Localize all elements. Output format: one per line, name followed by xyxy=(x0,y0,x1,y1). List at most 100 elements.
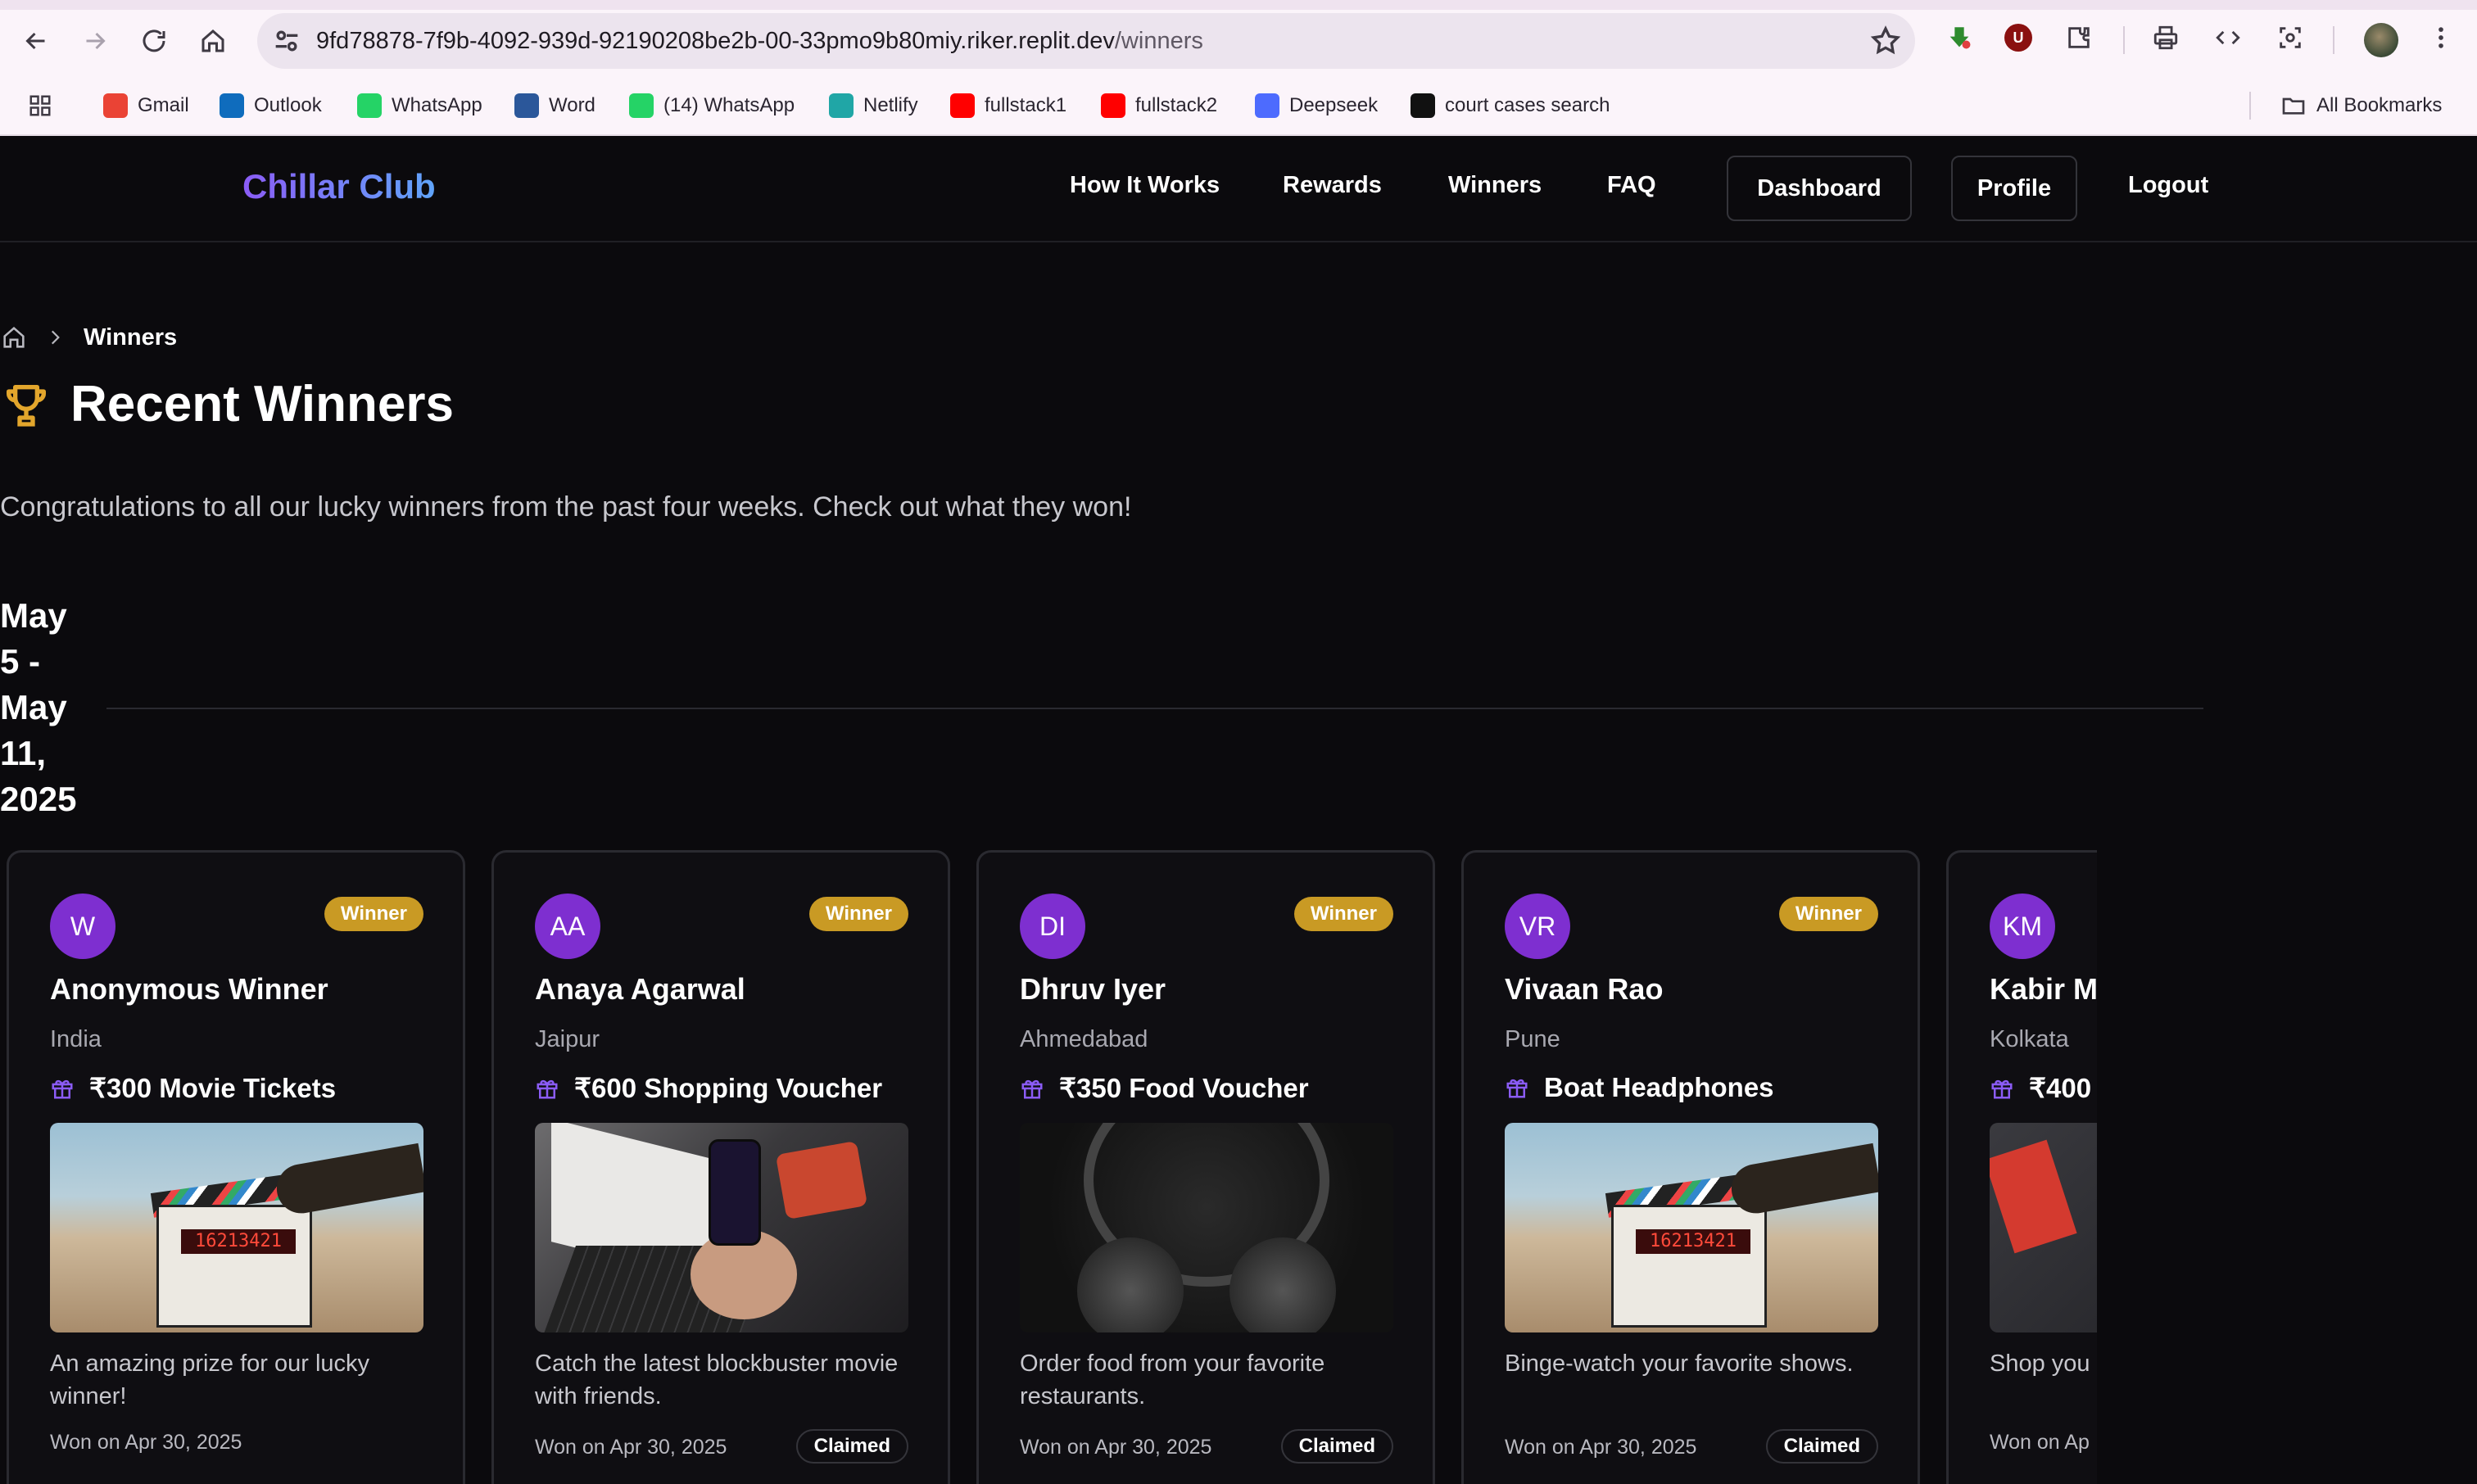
winners-card-list[interactable]: W Winner Anonymous Winner India ₹300 Movie T… xyxy=(7,850,2097,1484)
week-range-label: May 5 - May 11, 2025 xyxy=(0,596,77,818)
bookmark-item[interactable]: court cases search xyxy=(1411,90,1610,121)
bookmark-item[interactable]: fullstack1 xyxy=(950,90,1066,121)
reload-button[interactable] xyxy=(131,18,177,64)
prize-description: An amazing prize for our lucky winner! xyxy=(50,1351,370,1409)
page-title-row: Recent Winners xyxy=(0,375,454,433)
bookmark-item[interactable]: Deepseek xyxy=(1255,90,1378,121)
bookmark-label: Deepseek xyxy=(1289,94,1379,116)
site-info-icon[interactable] xyxy=(270,25,303,57)
bookmark-label: WhatsApp xyxy=(392,94,482,116)
tab-strip xyxy=(0,0,2477,10)
nav-rewards[interactable]: Rewards xyxy=(1283,172,1382,199)
winner-card[interactable]: DI Winner Dhruv Iyer Ahmedabad ₹350 Food Vou… xyxy=(976,850,1435,1484)
winner-city: India xyxy=(50,1026,102,1052)
bookmark-item[interactable]: Gmail xyxy=(103,90,189,121)
dashboard-button[interactable]: Dashboard xyxy=(1727,156,1912,221)
toolbar-separator xyxy=(2123,26,2125,54)
winner-badge: Winner xyxy=(1293,897,1393,931)
prize-image xyxy=(535,1123,908,1332)
winner-avatar: AA xyxy=(535,894,600,959)
kebab-menu-icon[interactable] xyxy=(2425,21,2457,54)
winner-name: Kabir M xyxy=(1990,972,2097,1006)
download-extension-icon[interactable] xyxy=(1943,21,1976,54)
profile-button[interactable]: Profile xyxy=(1951,156,2077,221)
bookmark-star-icon[interactable] xyxy=(1869,25,1902,57)
site-logo[interactable]: Chillar Club xyxy=(242,167,436,206)
arrow-right-icon xyxy=(86,32,106,50)
bookmark-label: court cases search xyxy=(1445,94,1610,116)
winner-card[interactable]: VR Winner Vivaan Rao Pune Boat Headphones 162… xyxy=(1461,850,1920,1484)
claimed-badge: Claimed xyxy=(795,1429,908,1464)
ublock-badge: U xyxy=(2004,24,2032,52)
forward-button[interactable] xyxy=(72,18,118,64)
bookmark-label: fullstack1 xyxy=(985,94,1067,116)
url-host: 9fd78878-7f9b-4092-939d-92190208be2b-00-… xyxy=(316,28,1115,54)
winner-name: Anonymous Winner xyxy=(50,972,328,1006)
bookmark-label: Gmail xyxy=(138,94,189,116)
nav-how-it-works[interactable]: How It Works xyxy=(1070,172,1220,199)
prize-image xyxy=(1020,1123,1393,1332)
bookmark-item[interactable]: Netlify xyxy=(829,90,918,121)
screenshot-search-icon[interactable] xyxy=(2274,21,2307,54)
nav-winners[interactable]: Winners xyxy=(1448,172,1542,199)
prize-image: 16213421 xyxy=(50,1123,423,1332)
court-icon xyxy=(1411,93,1435,118)
all-bookmarks-label: All Bookmarks xyxy=(2316,94,2443,116)
gmail-icon xyxy=(103,93,128,118)
won-date: Won on Apr 30, 2025 xyxy=(1505,1436,1697,1459)
url-text[interactable]: 9fd78878-7f9b-4092-939d-92190208be2b-00-… xyxy=(316,28,1203,55)
bookmark-item[interactable]: Outlook xyxy=(220,90,322,121)
word-icon xyxy=(514,93,539,118)
home-icon[interactable] xyxy=(0,323,28,351)
whatsapp-icon xyxy=(629,93,654,118)
winner-name: Dhruv Iyer xyxy=(1020,972,1166,1006)
won-date: Won on Ap xyxy=(1990,1431,2090,1454)
prize-label: Boat Headphones xyxy=(1544,1072,1774,1102)
bookmark-item[interactable]: fullstack2 xyxy=(1101,90,1217,121)
bookmark-label: Netlify xyxy=(863,94,918,116)
page-title: Recent Winners xyxy=(70,376,454,432)
nav-faq[interactable]: FAQ xyxy=(1607,172,1656,199)
breadcrumb-current: Winners xyxy=(84,323,178,351)
back-button[interactable] xyxy=(13,18,59,64)
outlook-icon xyxy=(220,93,244,118)
winner-card[interactable]: KM Kabir M Kolkata ₹400 Shop you this vouch W… xyxy=(1946,850,2097,1484)
profile-avatar[interactable] xyxy=(2364,23,2398,57)
home-button[interactable] xyxy=(190,18,236,64)
won-date: Won on Apr 30, 2025 xyxy=(1020,1436,1212,1459)
extensions-puzzle-icon[interactable] xyxy=(2063,21,2095,54)
gift-icon xyxy=(1021,1079,1043,1098)
winner-city: Ahmedabad xyxy=(1020,1026,1148,1052)
bookmark-item[interactable]: (14) WhatsApp xyxy=(629,90,795,121)
winner-prize: ₹300 Movie Tickets xyxy=(50,1072,336,1104)
prize-label: ₹400 xyxy=(2029,1073,2092,1103)
apps-grid-icon[interactable] xyxy=(28,90,52,121)
toolbar-separator xyxy=(2333,26,2334,54)
gift-icon xyxy=(1991,1079,2013,1098)
address-bar[interactable]: 9fd78878-7f9b-4092-939d-92190208be2b-00-… xyxy=(257,13,1915,69)
breadcrumb: Winners xyxy=(0,321,177,354)
winner-card[interactable]: W Winner Anonymous Winner India ₹300 Movie T… xyxy=(7,850,465,1484)
code-icon[interactable] xyxy=(2212,21,2244,54)
winner-badge: Winner xyxy=(808,897,908,931)
bookmark-label: Outlook xyxy=(254,94,322,116)
all-bookmarks[interactable]: All Bookmarks xyxy=(2280,90,2442,121)
winner-avatar: W xyxy=(50,894,115,959)
url-path: /winners xyxy=(1114,28,1203,54)
winner-card[interactable]: AA Winner Anaya Agarwal Jaipur ₹600 Shopping… xyxy=(491,850,950,1484)
bookmark-item[interactable]: WhatsApp xyxy=(357,90,482,121)
print-icon[interactable] xyxy=(2149,21,2182,54)
prize-description: Order food from your favorite restaurant… xyxy=(1020,1351,1325,1409)
prize-description: Shop you this vouch xyxy=(1990,1351,2097,1377)
bookmark-item[interactable]: Word xyxy=(514,90,595,121)
prize-description: Catch the latest blockbuster movie with … xyxy=(535,1351,899,1409)
ublock-extension-icon[interactable]: U xyxy=(2002,21,2035,54)
logout-button[interactable]: Logout xyxy=(2128,172,2208,199)
bookmarks-separator xyxy=(2249,92,2251,120)
winner-name: Vivaan Rao xyxy=(1505,972,1664,1006)
winner-name: Anaya Agarwal xyxy=(535,972,745,1006)
arrow-left-icon xyxy=(25,32,45,50)
claimed-badge: Claimed xyxy=(1280,1429,1393,1464)
winner-badge: Winner xyxy=(324,897,423,931)
bookmark-label: (14) WhatsApp xyxy=(663,94,795,116)
